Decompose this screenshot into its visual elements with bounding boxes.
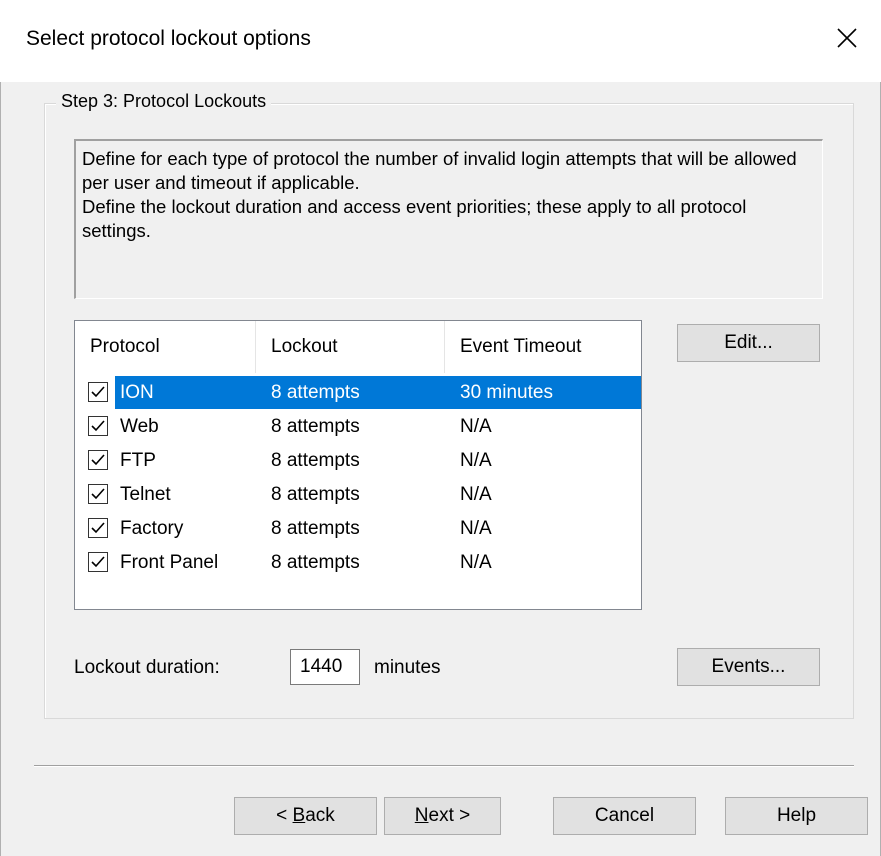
column-header-event-timeout[interactable]: Event Timeout <box>445 321 641 373</box>
close-button[interactable] <box>827 18 867 58</box>
cell-lockout: 8 attempts <box>271 517 360 539</box>
table-row[interactable]: ION 8 attempts 30 minutes <box>75 376 641 409</box>
dialog-title: Select protocol lockout options <box>26 27 311 50</box>
checkmark-icon <box>91 488 105 500</box>
cell-protocol: FTP <box>120 449 156 471</box>
cell-protocol: ION <box>120 381 154 403</box>
cell-protocol: Factory <box>120 517 184 539</box>
column-header-protocol[interactable]: Protocol <box>75 321 256 373</box>
table-row[interactable]: FTP 8 attempts N/A <box>75 444 641 477</box>
lockout-duration-unit: minutes <box>374 657 441 678</box>
group-legend: Step 3: Protocol Lockouts <box>56 91 272 112</box>
protocol-checkbox[interactable] <box>88 518 108 538</box>
close-icon <box>837 28 857 48</box>
cell-protocol: Web <box>120 415 159 437</box>
next-label-rest: ext > <box>428 805 471 826</box>
cell-lockout: 8 attempts <box>271 415 360 437</box>
back-label-rest: ack <box>305 805 335 826</box>
cell-event-timeout: N/A <box>460 517 492 539</box>
checkmark-icon <box>91 454 105 466</box>
events-button[interactable]: Events... <box>677 648 820 686</box>
protocol-list[interactable]: Protocol Lockout Event Timeout ION 8 atte… <box>74 320 642 610</box>
protocol-checkbox[interactable] <box>88 552 108 572</box>
description-box: Define for each type of protocol the num… <box>74 139 823 299</box>
cancel-button[interactable]: Cancel <box>553 797 696 835</box>
cell-event-timeout: N/A <box>460 551 492 573</box>
help-button[interactable]: Help <box>725 797 868 835</box>
protocol-checkbox[interactable] <box>88 450 108 470</box>
next-label-mnemonic: N <box>414 805 429 826</box>
selection-highlight <box>115 376 641 409</box>
cell-event-timeout: N/A <box>460 415 492 437</box>
cell-lockout: 8 attempts <box>271 381 360 403</box>
description-line-2: Define the lockout duration and access e… <box>82 196 747 241</box>
cell-event-timeout: 30 minutes <box>460 381 553 403</box>
column-header-lockout[interactable]: Lockout <box>256 321 445 373</box>
table-row[interactable]: Factory 8 attempts N/A <box>75 512 641 545</box>
description-line-1: Define for each type of protocol the num… <box>82 148 797 193</box>
separator <box>34 765 854 767</box>
lockout-duration-label: Lockout duration: <box>74 657 220 678</box>
cell-protocol: Telnet <box>120 483 171 505</box>
checkmark-icon <box>91 556 105 568</box>
checkmark-icon <box>91 522 105 534</box>
cell-protocol: Front Panel <box>120 551 219 573</box>
cell-lockout: 8 attempts <box>271 551 360 573</box>
checkmark-icon <box>91 420 105 432</box>
next-button[interactable]: Next > <box>384 797 501 835</box>
protocol-checkbox[interactable] <box>88 416 108 436</box>
checkmark-icon <box>91 386 105 398</box>
cell-lockout: 8 attempts <box>271 449 360 471</box>
table-row[interactable]: Front Panel 8 attempts N/A <box>75 546 641 579</box>
list-header: Protocol Lockout Event Timeout <box>75 321 641 373</box>
edit-button[interactable]: Edit... <box>677 324 820 362</box>
table-row[interactable]: Telnet 8 attempts N/A <box>75 478 641 511</box>
cell-lockout: 8 attempts <box>271 483 360 505</box>
back-label-mnemonic: B <box>292 805 306 826</box>
protocol-checkbox[interactable] <box>88 484 108 504</box>
protocol-checkbox[interactable] <box>88 382 108 402</box>
back-label-prefix: < <box>276 805 293 826</box>
cell-event-timeout: N/A <box>460 483 492 505</box>
cell-event-timeout: N/A <box>460 449 492 471</box>
title-bar: Select protocol lockout options <box>0 0 881 82</box>
table-row[interactable]: Web 8 attempts N/A <box>75 410 641 443</box>
lockout-duration-input[interactable] <box>290 649 360 685</box>
back-button[interactable]: < Back <box>234 797 377 835</box>
